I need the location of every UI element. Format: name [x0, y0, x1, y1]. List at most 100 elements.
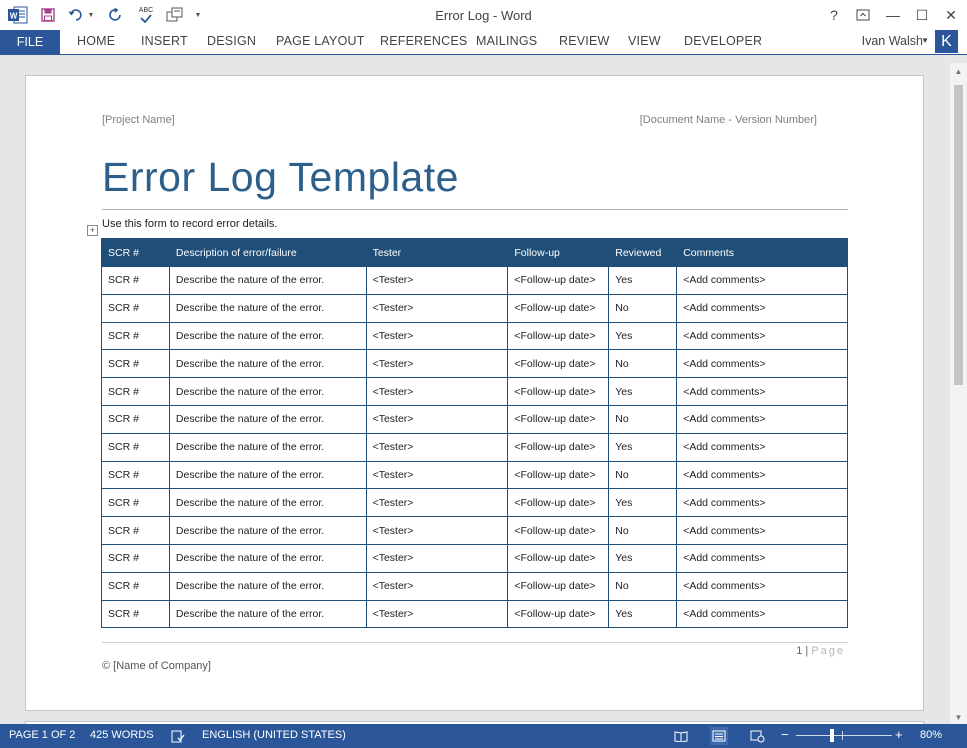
cell-tester[interactable]: <Tester> — [365, 488, 509, 518]
vertical-scrollbar[interactable]: ▲ ▼ — [950, 63, 967, 725]
zoom-level[interactable]: 80% — [920, 729, 942, 741]
cell-tester[interactable]: <Tester> — [365, 516, 509, 545]
cell-comments[interactable]: <Add comments> — [676, 404, 848, 434]
page-title[interactable]: Error Log Template — [102, 154, 459, 201]
cell-comments[interactable]: <Add comments> — [676, 488, 848, 518]
scrollbar-thumb[interactable] — [954, 85, 963, 385]
cell-tester[interactable]: <Tester> — [365, 543, 509, 573]
cell-tester[interactable]: <Tester> — [365, 571, 509, 601]
cell-comments[interactable]: <Add comments> — [676, 571, 848, 601]
cell-follow-up[interactable]: <Follow-up date> — [507, 349, 610, 379]
cell-tester[interactable]: <Tester> — [365, 599, 509, 629]
cell-description[interactable]: Describe the nature of the error. — [168, 349, 367, 379]
column-header-description[interactable]: Description of error/failure — [168, 238, 367, 267]
cell-tester[interactable]: <Tester> — [365, 404, 509, 434]
cell-follow-up[interactable]: <Follow-up date> — [507, 266, 610, 295]
cell-follow-up[interactable]: <Follow-up date> — [507, 599, 610, 629]
zoom-in-button[interactable]: + — [895, 727, 903, 742]
help-button[interactable]: ? — [820, 4, 848, 26]
cell-description[interactable]: Describe the nature of the error. — [168, 516, 367, 545]
cell-comments[interactable]: <Add comments> — [676, 377, 848, 406]
cell-comments[interactable]: <Add comments> — [676, 516, 848, 545]
cell-tester[interactable]: <Tester> — [365, 377, 509, 406]
cell-comments[interactable]: <Add comments> — [676, 266, 848, 295]
cell-tester[interactable]: <Tester> — [365, 349, 509, 379]
header-project-name[interactable]: [Project Name] — [102, 114, 175, 126]
cell-scr[interactable]: SCR # — [101, 571, 170, 601]
cell-scr[interactable]: SCR # — [101, 293, 170, 323]
cell-follow-up[interactable]: <Follow-up date> — [507, 377, 610, 406]
cell-comments[interactable]: <Add comments> — [676, 543, 848, 573]
scroll-up-icon[interactable]: ▲ — [950, 63, 967, 79]
cell-reviewed[interactable]: Yes — [608, 266, 678, 295]
cell-follow-up[interactable]: <Follow-up date> — [507, 460, 610, 490]
zoom-slider-thumb[interactable] — [830, 729, 834, 742]
cell-scr[interactable]: SCR # — [101, 349, 170, 379]
scroll-down-icon[interactable]: ▼ — [950, 709, 967, 725]
cell-follow-up[interactable]: <Follow-up date> — [507, 432, 610, 462]
cell-tester[interactable]: <Tester> — [365, 432, 509, 462]
column-header-scr[interactable]: SCR # — [101, 238, 170, 267]
cell-follow-up[interactable]: <Follow-up date> — [507, 404, 610, 434]
cell-description[interactable]: Describe the nature of the error. — [168, 293, 367, 323]
zoom-out-button[interactable]: − — [781, 727, 789, 742]
avatar[interactable]: K — [935, 30, 958, 53]
cell-description[interactable]: Describe the nature of the error. — [168, 404, 367, 434]
intro-text[interactable]: Use this form to record error details. — [102, 218, 277, 230]
cell-follow-up[interactable]: <Follow-up date> — [507, 321, 610, 351]
cell-scr[interactable]: SCR # — [101, 377, 170, 406]
user-name[interactable]: Ivan Walsh — [862, 34, 923, 48]
print-layout-icon[interactable] — [710, 727, 728, 745]
cell-reviewed[interactable]: No — [608, 349, 678, 379]
column-header-comments[interactable]: Comments — [676, 238, 848, 267]
cell-reviewed[interactable]: Yes — [608, 321, 678, 351]
tab-design[interactable]: DESIGN — [207, 34, 256, 48]
cell-scr[interactable]: SCR # — [101, 404, 170, 434]
cell-comments[interactable]: <Add comments> — [676, 460, 848, 490]
cell-reviewed[interactable]: Yes — [608, 432, 678, 462]
column-header-tester[interactable]: Tester — [365, 238, 509, 267]
cell-description[interactable]: Describe the nature of the error. — [168, 321, 367, 351]
column-header-follow-up[interactable]: Follow-up — [507, 238, 610, 267]
read-mode-icon[interactable] — [672, 727, 690, 745]
cell-tester[interactable]: <Tester> — [365, 293, 509, 323]
document-page[interactable]: [Project Name] [Document Name - Version … — [25, 75, 924, 711]
cell-scr[interactable]: SCR # — [101, 543, 170, 573]
minimize-button[interactable]: — — [879, 4, 907, 26]
tab-file[interactable]: FILE — [0, 30, 60, 54]
cell-reviewed[interactable]: Yes — [608, 488, 678, 518]
cell-reviewed[interactable]: No — [608, 293, 678, 323]
cell-follow-up[interactable]: <Follow-up date> — [507, 293, 610, 323]
cell-follow-up[interactable]: <Follow-up date> — [507, 571, 610, 601]
cell-scr[interactable]: SCR # — [101, 266, 170, 295]
cell-tester[interactable]: <Tester> — [365, 460, 509, 490]
word-count[interactable]: 425 WORDS — [90, 729, 154, 741]
tab-review[interactable]: REVIEW — [559, 34, 610, 48]
maximize-button[interactable]: ☐ — [908, 4, 936, 26]
close-button[interactable]: ✕ — [937, 4, 965, 26]
cell-description[interactable]: Describe the nature of the error. — [168, 266, 367, 295]
footer-company[interactable]: © [Name of Company] — [102, 660, 211, 672]
tab-home[interactable]: HOME — [77, 34, 115, 48]
cell-tester[interactable]: <Tester> — [365, 321, 509, 351]
cell-scr[interactable]: SCR # — [101, 516, 170, 545]
cell-reviewed[interactable]: No — [608, 404, 678, 434]
cell-reviewed[interactable]: No — [608, 460, 678, 490]
tab-view[interactable]: VIEW — [628, 34, 661, 48]
cell-description[interactable]: Describe the nature of the error. — [168, 460, 367, 490]
cell-scr[interactable]: SCR # — [101, 321, 170, 351]
tab-mailings[interactable]: MAILINGS — [476, 34, 537, 48]
cell-tester[interactable]: <Tester> — [365, 266, 509, 295]
table-move-handle-icon[interactable]: + — [87, 225, 98, 236]
tab-insert[interactable]: INSERT — [141, 34, 188, 48]
proofing-icon[interactable] — [169, 727, 187, 745]
ribbon-display-options-icon[interactable] — [849, 4, 877, 26]
cell-scr[interactable]: SCR # — [101, 488, 170, 518]
cell-description[interactable]: Describe the nature of the error. — [168, 432, 367, 462]
cell-description[interactable]: Describe the nature of the error. — [168, 488, 367, 518]
tab-developer[interactable]: DEVELOPER — [684, 34, 762, 48]
cell-comments[interactable]: <Add comments> — [676, 321, 848, 351]
cell-follow-up[interactable]: <Follow-up date> — [507, 516, 610, 545]
cell-description[interactable]: Describe the nature of the error. — [168, 377, 367, 406]
page-count[interactable]: PAGE 1 OF 2 — [9, 729, 75, 741]
